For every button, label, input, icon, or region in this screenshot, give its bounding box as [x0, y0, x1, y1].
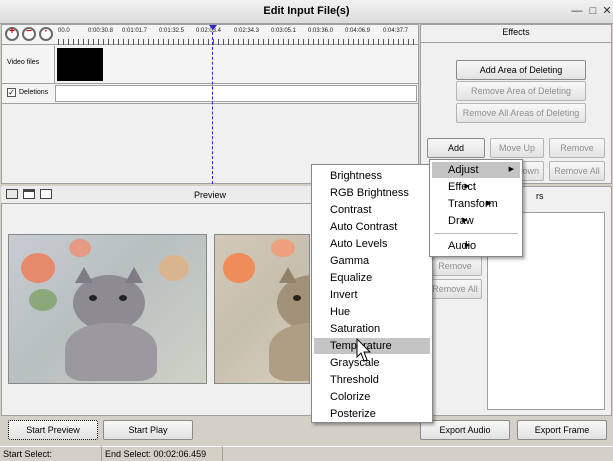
effects-title: Effects — [502, 27, 530, 37]
remove-all-effects-button[interactable]: Remove All — [549, 161, 605, 181]
status-bar-rest — [222, 446, 613, 461]
playhead-marker[interactable] — [209, 25, 217, 30]
mouse-cursor-icon — [356, 338, 372, 362]
adjust-menu-item-colorize[interactable]: Colorize — [330, 389, 370, 405]
ruler-tick-label: 0:02:34.3 — [234, 28, 260, 34]
playhead-cursor[interactable] — [212, 27, 213, 184]
window-icon[interactable] — [23, 189, 35, 199]
adjust-menu-item-posterize[interactable]: Posterize — [330, 406, 376, 422]
maximize-button[interactable]: □ — [586, 4, 600, 18]
export-frame-button[interactable]: Export Frame — [517, 420, 607, 440]
submenu-arrow-icon: ▶ — [464, 183, 470, 190]
submenu-arrow-icon: ▶ — [508, 166, 514, 173]
export-audio-button[interactable]: Export Audio — [420, 420, 510, 440]
remove-all-areas-button[interactable]: Remove All Areas of Deleting — [456, 103, 586, 123]
deletions-track: ✓ Deletions — [2, 84, 418, 104]
adjust-menu-item-auto-levels[interactable]: Auto Levels — [330, 236, 387, 252]
remove-effect-button[interactable]: Remove — [549, 138, 605, 158]
zoom-fit-icon[interactable]: · — [39, 26, 53, 41]
adjust-submenu: Brightness RGB Brightness Contrast Auto Con… — [311, 164, 433, 423]
start-play-button[interactable]: Start Play — [103, 420, 193, 440]
zoom-in-icon[interactable]: + — [5, 26, 19, 41]
add-context-menu: Adjust ▶ Effect ▶ Transform ▶ Draw ▶ Audio ▶ — [429, 159, 523, 257]
status-end-select: End Select: 00:02:06.459 — [101, 446, 221, 461]
ruler-tick-label: 0:03:05.1 — [271, 28, 297, 34]
ruler-tick-label: 0:03:36.0 — [308, 28, 334, 34]
deletions-checkbox[interactable]: ✓ — [7, 88, 16, 97]
filtered-preview-image — [214, 234, 310, 384]
context-menu-item-draw[interactable]: Draw ▶ — [448, 213, 474, 229]
submenu-arrow-icon: ▶ — [462, 217, 468, 224]
status-start-select: Start Select: 00:02:06.459 — [0, 446, 100, 461]
remove-all-filters-button[interactable]: Remove All — [428, 279, 482, 299]
adjust-menu-item-threshold[interactable]: Threshold — [330, 372, 379, 388]
close-button[interactable]: ✕ — [600, 4, 613, 18]
remove-area-of-deleting-button[interactable]: Remove Area of Deleting — [456, 81, 586, 101]
context-menu-item-effect[interactable]: Effect ▶ — [448, 179, 476, 195]
adjust-menu-item-rgb-brightness[interactable]: RGB Brightness — [330, 185, 409, 201]
ruler-ticks — [58, 39, 416, 45]
context-menu-item-adjust[interactable]: Adjust ▶ — [432, 162, 520, 178]
menu-separator — [434, 233, 518, 234]
adjust-menu-item-auto-contrast[interactable]: Auto Contrast — [330, 219, 397, 235]
deletions-label: Deletions — [19, 89, 49, 96]
context-menu-item-label: Effect — [448, 181, 476, 193]
adjust-menu-item-invert[interactable]: Invert — [330, 287, 358, 303]
ruler-tick-label: 0:01:01.7 — [122, 28, 148, 34]
minimize-button[interactable]: — — [570, 4, 584, 18]
adjust-menu-item-contrast[interactable]: Contrast — [330, 202, 372, 218]
split-view-icon[interactable] — [40, 189, 52, 199]
ruler-tick-label: 0:00:30.8 — [88, 28, 114, 34]
add-area-of-deleting-button[interactable]: Add Area of Deleting — [456, 60, 586, 80]
original-preview-image — [8, 234, 207, 384]
adjust-menu-item-brightness[interactable]: Brightness — [330, 168, 382, 184]
remove-filter-button[interactable]: Remove — [428, 256, 482, 276]
video-files-track: Video files — [2, 46, 418, 84]
deletions-area[interactable] — [55, 85, 417, 102]
ruler-tick-label: 0:01:32.5 — [159, 28, 185, 34]
open-folder-icon[interactable] — [6, 189, 18, 199]
move-up-button[interactable]: Move Up — [490, 138, 544, 158]
context-menu-item-label: Adjust — [448, 164, 479, 176]
video-clip-thumbnail[interactable] — [57, 48, 103, 81]
title-bar: Edit Input File(s) — □ ✕ — [0, 0, 613, 24]
context-menu-item-audio[interactable]: Audio ▶ — [448, 238, 476, 254]
add-effect-button[interactable]: Add — [427, 138, 485, 158]
context-menu-item-label: Draw — [448, 215, 474, 227]
ruler-tick-label: 0:04:37.7 — [383, 28, 409, 34]
adjust-menu-item-saturation[interactable]: Saturation — [330, 321, 380, 337]
adjust-menu-item-gamma[interactable]: Gamma — [330, 253, 369, 269]
adjust-menu-item-hue[interactable]: Hue — [330, 304, 350, 320]
ruler-tick-label: 0:04:06.9 — [345, 28, 371, 34]
submenu-arrow-icon: ▶ — [464, 242, 471, 249]
filters-title: rs — [536, 191, 544, 201]
zoom-out-icon[interactable]: − — [22, 26, 36, 41]
ruler-tick-label: 00.0 — [58, 28, 70, 34]
adjust-menu-item-equalize[interactable]: Equalize — [330, 270, 372, 286]
context-menu-item-transform[interactable]: Transform ▶ — [448, 196, 498, 212]
context-menu-item-label: Audio — [448, 240, 477, 252]
submenu-arrow-icon: ▶ — [486, 200, 492, 207]
start-preview-button[interactable]: Start Preview — [8, 420, 98, 440]
window-title: Edit Input File(s) — [263, 5, 350, 17]
video-files-label: Video files — [7, 59, 40, 66]
